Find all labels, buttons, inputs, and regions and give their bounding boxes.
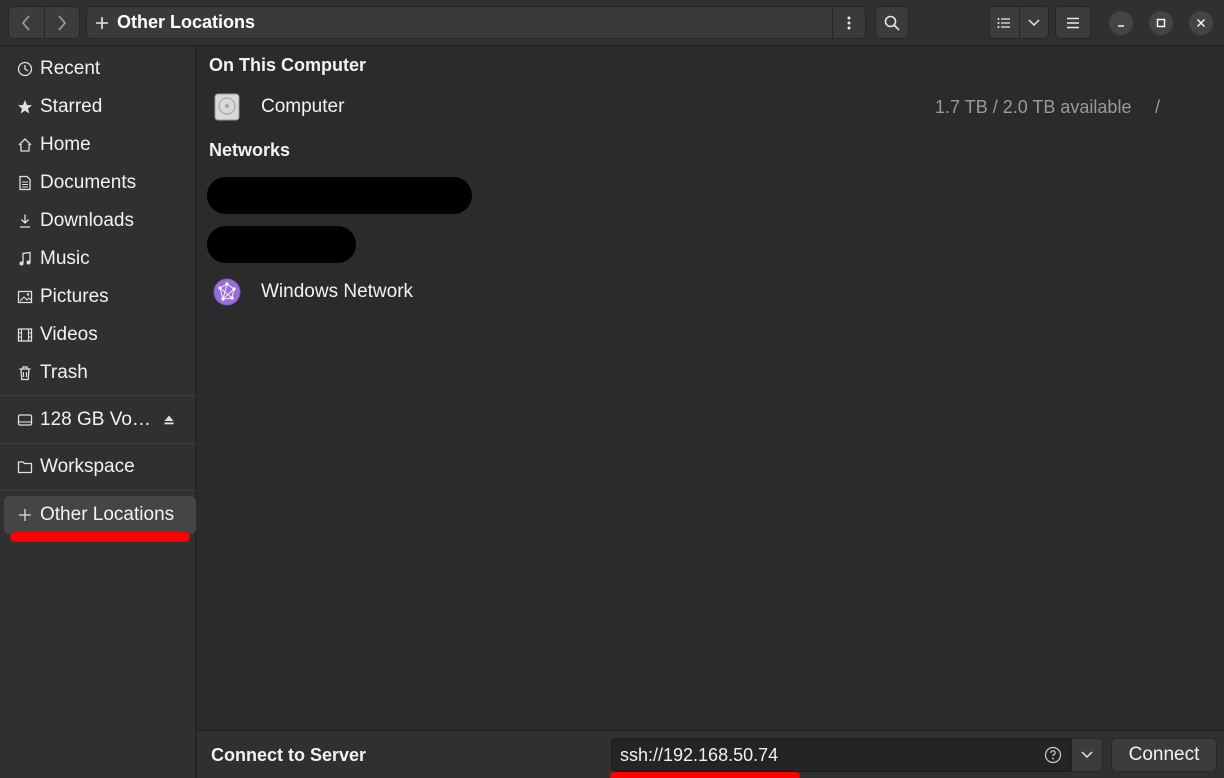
sidebar-item-label: 128 GB Vo…: [40, 409, 151, 430]
sidebar-item-label: Home: [40, 134, 91, 155]
home-icon: [16, 136, 34, 154]
eject-button[interactable]: [160, 411, 178, 429]
server-address-field[interactable]: [611, 738, 1071, 772]
redacted-network-item[interactable]: [207, 177, 472, 214]
vertical-dots-icon: [847, 16, 851, 29]
chevron-down-icon: [1081, 751, 1093, 759]
sidebar-item-starred[interactable]: Starred: [4, 88, 196, 126]
sidebar-item-trash[interactable]: Trash: [4, 354, 196, 392]
plus-icon: [87, 16, 117, 30]
sidebar-item-label: Recent: [40, 58, 101, 79]
trash-icon: [16, 364, 34, 382]
list-view-icon: [997, 17, 1011, 28]
maximize-button[interactable]: [1149, 11, 1173, 35]
navigation-buttons: [8, 6, 80, 39]
location-label: Computer: [261, 96, 345, 117]
redacted-network-item[interactable]: [207, 226, 356, 263]
location-menu-button[interactable]: [832, 7, 865, 38]
chevron-left-icon: [22, 14, 30, 31]
location-row-windows-network[interactable]: Windows Network: [197, 270, 1224, 314]
main-content: On This Computer Computer 1.7 TB / 2.0 T…: [197, 47, 1224, 730]
server-address-input[interactable]: [612, 744, 1022, 766]
sidebar-item-label: Documents: [40, 172, 137, 193]
view-toggle-group: [989, 6, 1049, 39]
storage-available: 1.7 TB / 2.0 TB available: [935, 96, 1132, 117]
sidebar-item-downloads[interactable]: Downloads: [4, 202, 196, 240]
search-button[interactable]: [875, 6, 909, 39]
network-globe-icon: [213, 278, 241, 306]
location-bar[interactable]: Other Locations: [86, 6, 866, 39]
hamburger-icon: [1067, 17, 1079, 28]
download-icon: [16, 212, 34, 230]
main-menu-button[interactable]: [1055, 6, 1091, 39]
maximize-icon: [1156, 18, 1166, 28]
sidebar-separator: [0, 490, 196, 491]
section-title-on-this-computer: On This Computer: [209, 55, 366, 75]
sidebar-item-label: Pictures: [40, 286, 109, 307]
recent-servers-dropdown[interactable]: [1071, 738, 1103, 772]
sidebar-item-label: Music: [40, 248, 90, 269]
picture-icon: [16, 288, 34, 306]
location-title: Other Locations: [117, 12, 256, 32]
sidebar-separator: [0, 395, 196, 396]
connect-button[interactable]: Connect: [1111, 738, 1217, 772]
document-icon: [16, 174, 34, 192]
connect-to-server-bar: Connect to Server Connect: [197, 730, 1224, 778]
chevron-right-icon: [58, 14, 66, 31]
sidebar-item-music[interactable]: Music: [4, 240, 196, 278]
sidebar-item-pictures[interactable]: Pictures: [4, 278, 196, 316]
view-options-button[interactable]: [1018, 7, 1049, 38]
sidebar-separator: [0, 443, 196, 444]
section-title-networks: Networks: [209, 140, 291, 160]
back-button[interactable]: [9, 7, 44, 38]
sidebar-item-recent[interactable]: Recent: [4, 50, 196, 88]
sidebar: Recent Starred Home Documents Downloads …: [0, 47, 196, 778]
location-label: Windows Network: [261, 281, 414, 302]
minimize-icon: [1118, 25, 1124, 27]
sidebar-item-home[interactable]: Home: [4, 126, 196, 164]
sidebar-item-videos[interactable]: Videos: [4, 316, 196, 354]
film-icon: [16, 326, 34, 344]
music-note-icon: [16, 250, 34, 268]
sidebar-item-label: Starred: [40, 96, 103, 117]
clock-icon: [16, 60, 34, 78]
eject-icon: [164, 415, 174, 425]
sidebar-item-label: Trash: [40, 362, 88, 383]
close-button[interactable]: [1189, 11, 1213, 35]
help-icon[interactable]: [1044, 746, 1062, 764]
mount-path: /: [1155, 96, 1161, 117]
location-row-computer[interactable]: Computer 1.7 TB / 2.0 TB available /: [197, 85, 1224, 129]
close-icon: [1197, 19, 1205, 27]
sidebar-item-workspace[interactable]: Workspace: [4, 448, 196, 486]
red-annotation-underline: [610, 772, 800, 778]
folder-icon: [16, 458, 34, 476]
plus-icon: [16, 506, 34, 524]
sidebar-item-label: Other Locations: [40, 504, 175, 525]
sidebar-item-other-locations[interactable]: Other Locations: [4, 496, 196, 534]
red-annotation-underline: [10, 532, 190, 542]
star-icon: [16, 98, 34, 116]
sidebar-item-label: Downloads: [40, 210, 134, 231]
chevron-down-icon: [1028, 18, 1040, 26]
connect-to-server-label: Connect to Server: [211, 745, 367, 765]
sidebar-item-label: Videos: [40, 324, 98, 345]
drive-icon: [16, 411, 34, 429]
sidebar-item-documents[interactable]: Documents: [4, 164, 196, 202]
header-bar: Other Locations: [0, 0, 1224, 46]
harddisk-icon: [214, 93, 240, 121]
minimize-button[interactable]: [1109, 11, 1133, 35]
sidebar-item-label: Workspace: [40, 456, 135, 477]
search-icon: [884, 15, 900, 31]
forward-button[interactable]: [43, 7, 80, 38]
list-view-button[interactable]: [990, 7, 1019, 38]
